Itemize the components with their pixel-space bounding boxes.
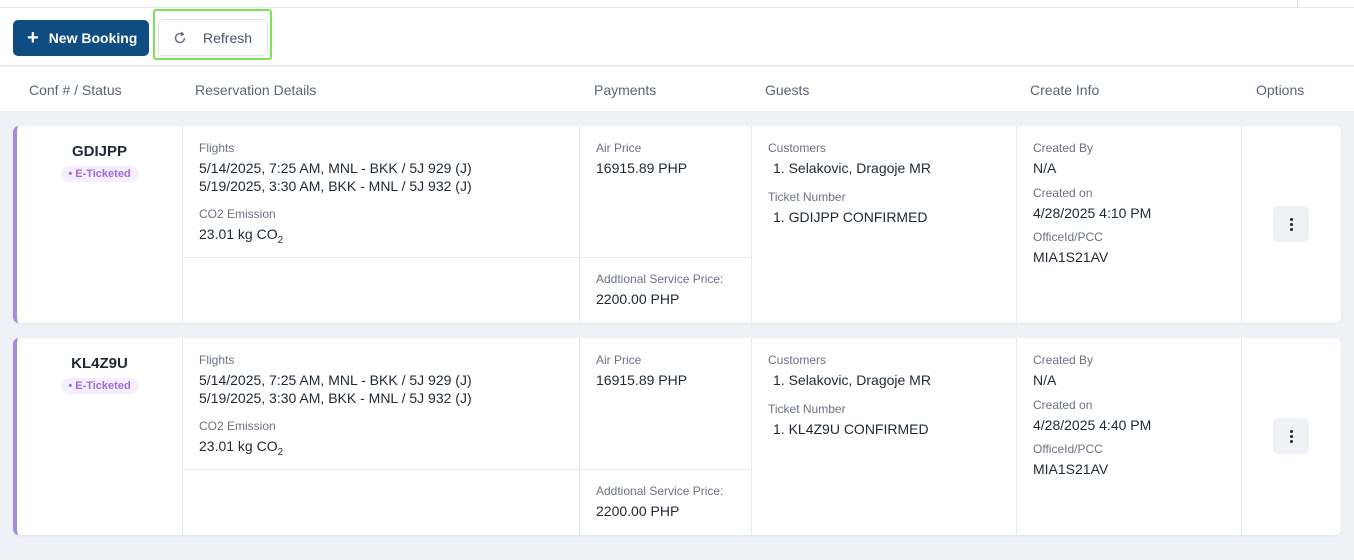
conf-cell: GDIJPP • E-Ticketed <box>17 126 183 323</box>
reservation-cell: Flights 5/14/2025, 7:25 AM, MNL - BKK / … <box>183 126 580 323</box>
additional-price-label: Addtional Service Price: <box>596 272 724 286</box>
header-options: Options <box>1256 82 1305 98</box>
create-info-cell: Created By N/A Created on 4/28/2025 4:10… <box>1017 126 1242 323</box>
more-vertical-icon <box>1289 429 1293 443</box>
air-price-label: Air Price <box>596 141 642 155</box>
header-payments: Payments <box>594 82 657 98</box>
header-create-info: Create Info <box>1030 82 1100 98</box>
divider <box>183 257 579 258</box>
created-on-value: 4/28/2025 4:10 PM <box>1033 205 1152 221</box>
guests-cell: Customers 1. Selakovic, Dragoje MR Ticke… <box>752 338 1017 535</box>
booking-card: GDIJPP • E-Ticketed Flights 5/14/2025, 7… <box>13 126 1341 323</box>
flights-label: Flights <box>199 141 235 155</box>
office-value: MIA1S21AV <box>1033 249 1109 265</box>
air-price-label: Air Price <box>596 353 642 367</box>
additional-price-value: 2200.00 PHP <box>596 503 680 519</box>
office-label: OfficeId/PCC <box>1033 230 1103 244</box>
refresh-label: Refresh <box>203 29 253 46</box>
conf-cell: KL4Z9U • E-Ticketed <box>17 338 183 535</box>
ticket-number-value: 1. KL4Z9U CONFIRMED <box>773 421 929 437</box>
additional-price-label: Addtional Service Price: <box>596 484 724 498</box>
flight-line: 5/14/2025, 7:25 AM, MNL - BKK / 5J 929 (… <box>199 160 472 176</box>
created-by-value: N/A <box>1033 160 1057 176</box>
status-badge: • E-Ticketed <box>60 378 139 394</box>
co2-subscript: 2 <box>277 446 284 458</box>
customer-name: 1. Selakovic, Dragoje MR <box>773 160 931 176</box>
header-guests: Guests <box>765 82 810 98</box>
air-price-value: 16915.89 PHP <box>596 372 688 388</box>
toolbar: + New Booking Refresh <box>0 8 1354 66</box>
co2-amount: 23.01 kg CO <box>199 226 278 242</box>
payments-cell: Air Price 16915.89 PHP Addtional Service… <box>580 126 752 323</box>
create-info-cell: Created By N/A Created on 4/28/2025 4:40… <box>1017 338 1242 535</box>
status-badge: • E-Ticketed <box>60 166 139 182</box>
new-booking-label: New Booking <box>48 30 138 46</box>
flight-line: 5/14/2025, 7:25 AM, MNL - BKK / 5J 929 (… <box>199 372 472 388</box>
divider <box>580 469 751 470</box>
created-on-value: 4/28/2025 4:40 PM <box>1033 417 1152 433</box>
conf-number: KL4Z9U <box>71 355 128 372</box>
co2-subscript: 2 <box>277 234 284 246</box>
top-strip <box>0 0 1354 8</box>
ticket-number-value: 1. GDIJPP CONFIRMED <box>773 209 928 225</box>
co2-label: CO2 Emission <box>199 207 276 221</box>
co2-label: CO2 Emission <box>199 419 276 433</box>
ticket-number-label: Ticket Number <box>768 402 846 416</box>
divider <box>580 257 751 258</box>
table-header: Conf # / Status Reservation Details Paym… <box>0 67 1354 111</box>
customers-label: Customers <box>768 353 827 367</box>
options-menu-button[interactable] <box>1273 206 1309 242</box>
booking-card: KL4Z9U • E-Ticketed Flights 5/14/2025, 7… <box>13 338 1341 535</box>
created-on-label: Created on <box>1033 186 1093 200</box>
options-menu-button[interactable] <box>1273 418 1309 454</box>
flight-line: 5/19/2025, 3:30 AM, BKK - MNL / 5J 932 (… <box>199 390 472 406</box>
co2-value: 23.01 kg CO2 <box>199 226 283 246</box>
created-by-label: Created By <box>1033 353 1094 367</box>
co2-amount: 23.01 kg CO <box>199 438 278 454</box>
customer-name: 1. Selakovic, Dragoje MR <box>773 372 931 388</box>
flight-line: 5/19/2025, 3:30 AM, BKK - MNL / 5J 932 (… <box>199 178 472 194</box>
options-cell <box>1242 338 1341 535</box>
ticket-number-label: Ticket Number <box>768 190 846 204</box>
office-label: OfficeId/PCC <box>1033 442 1103 456</box>
office-value: MIA1S21AV <box>1033 461 1109 477</box>
air-price-value: 16915.89 PHP <box>596 160 688 176</box>
created-by-value: N/A <box>1033 372 1057 388</box>
co2-value: 23.01 kg CO2 <box>199 438 283 458</box>
guests-cell: Customers 1. Selakovic, Dragoje MR Ticke… <box>752 126 1017 323</box>
customers-label: Customers <box>768 141 827 155</box>
divider <box>1297 0 1298 8</box>
created-on-label: Created on <box>1033 398 1093 412</box>
payments-cell: Air Price 16915.89 PHP Addtional Service… <box>580 338 752 535</box>
divider <box>183 469 579 470</box>
reservation-cell: Flights 5/14/2025, 7:25 AM, MNL - BKK / … <box>183 338 580 535</box>
options-cell <box>1242 126 1341 323</box>
refresh-button[interactable]: Refresh <box>158 19 268 56</box>
flights-label: Flights <box>199 353 235 367</box>
header-reservation-details: Reservation Details <box>195 82 317 98</box>
refresh-icon <box>174 31 186 43</box>
created-by-label: Created By <box>1033 141 1094 155</box>
plus-icon: + <box>27 27 39 49</box>
additional-price-value: 2200.00 PHP <box>596 291 680 307</box>
new-booking-button[interactable]: + New Booking <box>13 20 149 56</box>
header-conf-status: Conf # / Status <box>29 82 122 98</box>
conf-number: GDIJPP <box>71 143 128 160</box>
more-vertical-icon <box>1289 217 1293 231</box>
